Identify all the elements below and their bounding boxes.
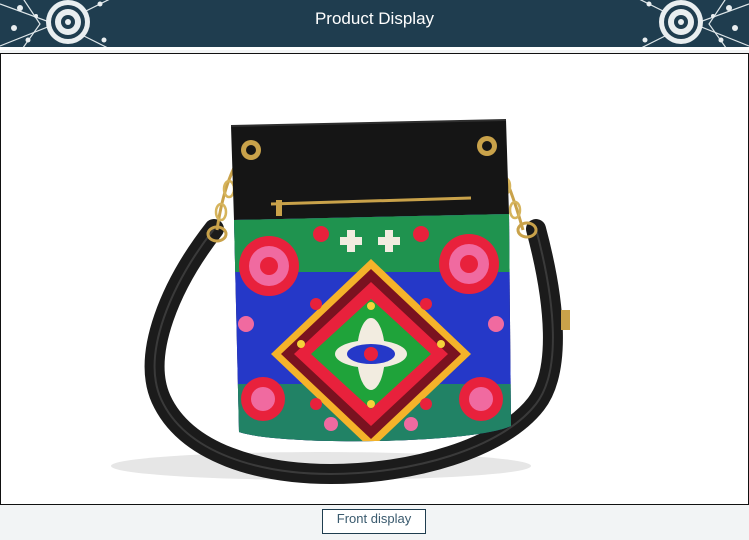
header-banner: Product Display	[0, 0, 749, 50]
page-title: Product Display	[314, 9, 435, 28]
header-divider	[0, 47, 749, 50]
image-caption: Front display	[322, 509, 426, 534]
product-image-frame	[0, 53, 749, 505]
caption-bar: Front display	[0, 505, 749, 540]
product-image	[111, 119, 570, 485]
